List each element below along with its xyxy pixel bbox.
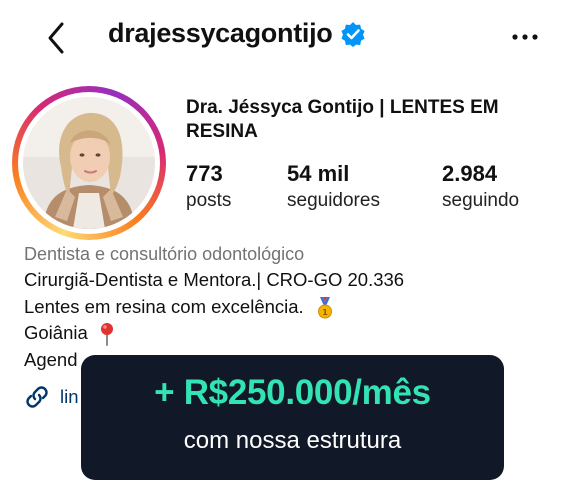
avatar-frame [18,92,160,234]
stat-posts[interactable]: 773 posts [186,160,231,214]
username: drajessycagontijo [108,18,333,48]
stat-following[interactable]: 2.984 seguindo [442,160,519,214]
posts-count: 773 [186,161,223,186]
story-ring[interactable] [12,86,166,240]
avatar-photo [23,97,155,229]
more-options-button[interactable] [508,22,542,52]
followers-label: seguidores [287,190,380,211]
bio-text: Lentes em resina com excelência. [24,296,304,317]
followers-count: 54 mil [287,161,350,186]
pin-icon [100,323,113,347]
bio-line: Lentes em resina com excelência. 1 [24,296,335,319]
bio-line: Cirurgiã-Dentista e Mentora.| CRO-GO 20.… [24,269,404,291]
following-count: 2.984 [442,161,498,186]
back-button[interactable] [40,18,74,58]
verified-badge-icon [341,21,366,47]
promo-subtext: com nossa estrutura [183,427,402,454]
bio-text: Agend [24,349,78,370]
profile-category: Dentista e consultório odontológico [24,244,305,264]
following-label: seguindo [442,190,520,211]
promo-headline: + R$250.000/mês [154,373,431,412]
medal-icon: 1 [317,297,332,319]
promo-overlay-card: + R$250.000/mês com nossa estrutura [81,355,504,480]
avatar[interactable] [23,97,155,229]
chevron-left-icon [48,22,64,54]
svg-text:1: 1 [322,308,328,317]
link-icon [26,386,48,408]
bio-text: Goiânia [24,322,88,343]
profile-link[interactable]: lin [24,384,79,410]
bio-line: Goiânia [24,322,115,347]
bio-text: Cirurgiã-Dentista e Mentora.| CRO-GO 20.… [24,269,405,290]
profile-full-name: Dra. Jéssyca Gontijo | LENTES EM RESINA [186,97,499,142]
posts-label: posts [186,190,232,211]
profile-header: drajessycagontijo [0,0,585,78]
more-horizontal-icon [512,34,538,40]
link-text: lin [60,386,79,407]
username-row: drajessycagontijo [108,18,366,49]
bio-line: Agend [24,349,78,371]
stat-followers[interactable]: 54 mil seguidores [287,160,380,214]
